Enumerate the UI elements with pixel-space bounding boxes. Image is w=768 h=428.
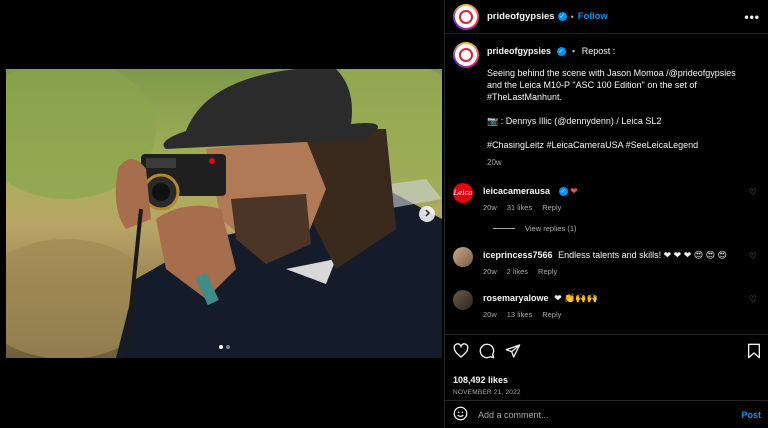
follow-button[interactable]: Follow <box>578 11 608 22</box>
caption-avatar[interactable] <box>453 42 479 68</box>
view-replies-button[interactable]: View replies (1) <box>493 224 761 233</box>
comment-age: 20w <box>483 310 497 319</box>
post-header: prideofgypsies ✓ • Follow ••• <box>445 0 768 34</box>
post-date: NOVEMBER 21, 2022 <box>453 389 521 396</box>
like-comment-icon[interactable]: ♡ <box>749 187 757 198</box>
user-avatar[interactable] <box>453 290 473 310</box>
user-avatar[interactable] <box>453 247 473 267</box>
chevron-right-icon <box>423 209 431 219</box>
separator-dot: • <box>570 11 574 22</box>
comment-age: 20w <box>483 203 497 212</box>
comment-likes[interactable]: 13 likes <box>507 310 532 319</box>
post-photo[interactable] <box>6 69 442 358</box>
caption: prideofgypsies ✓ • Repost : Seeing behin… <box>453 42 761 169</box>
view-replies-label: View replies (1) <box>525 224 577 233</box>
verified-badge-icon: ✓ <box>556 47 566 57</box>
like-count[interactable]: 108,492 likes <box>453 375 761 385</box>
leica-avatar[interactable]: Leica <box>453 183 473 203</box>
post-comment-button[interactable]: Post <box>741 410 761 420</box>
comment-likes[interactable]: 2 likes <box>507 267 528 276</box>
caption-hashtags[interactable]: #ChasingLeitz #LeicaCameraUSA #SeeLeicaL… <box>487 139 736 151</box>
photo-credit: 📷 : Dennys Illic (@dennydenn) / Leica SL… <box>487 116 662 126</box>
caption-line: and the Leica M10-P "ASC 100 Edition" on… <box>487 80 697 90</box>
verified-badge-icon: ✓ <box>558 187 568 197</box>
carousel-next-button[interactable] <box>419 206 435 222</box>
comment-username[interactable]: leicacamerausa <box>483 186 550 196</box>
photo-illustration <box>6 69 442 358</box>
comment-age: 20w <box>483 267 497 276</box>
emoji-icon[interactable] <box>453 406 468 423</box>
comment-item: rosemaryalowe ❤ 👏🙌🙌 20w 13 likes Reply ♡ <box>453 290 761 319</box>
caption-age: 20w <box>487 158 502 167</box>
more-options-icon[interactable]: ••• <box>744 10 760 24</box>
comment-input[interactable] <box>478 409 742 420</box>
comment-likes[interactable]: 31 likes <box>507 203 532 212</box>
comment-icon[interactable] <box>479 343 495 361</box>
caption-line: Seeing behind the scene with Jason Momoa… <box>487 68 736 78</box>
heart-icon[interactable] <box>453 343 469 361</box>
separator-dot: • <box>572 46 576 56</box>
comment-text: ❤ <box>570 186 578 196</box>
comment-item: iceprincess7566 Endless talents and skil… <box>453 247 761 276</box>
media-pane <box>0 0 444 428</box>
like-comment-icon[interactable]: ♡ <box>749 251 757 262</box>
comment-item: Leica leicacamerausa ✓ ❤ 20w 31 likes Re… <box>453 183 761 212</box>
comment-composer: Post <box>445 400 768 428</box>
author-username[interactable]: prideofgypsies <box>487 11 555 22</box>
comment-username[interactable]: iceprincess7566 <box>483 250 553 260</box>
author-avatar[interactable] <box>453 3 479 30</box>
reply-button[interactable]: Reply <box>538 267 557 276</box>
caption-line: #TheLastManhunt. <box>487 92 563 102</box>
comment-username[interactable]: rosemaryalowe <box>483 293 549 303</box>
comment-text: ❤ 👏🙌🙌 <box>554 293 598 303</box>
verified-badge-icon: ✓ <box>557 12 567 21</box>
comment-text: Endless talents and skills! ❤ ❤ ❤ 😍 😍 😍 <box>558 250 727 260</box>
caption-username[interactable]: prideofgypsies <box>487 46 551 56</box>
carousel-indicator <box>219 345 230 349</box>
post-detail-panel: prideofgypsies ✓ • Follow ••• prideofgyp… <box>444 0 768 428</box>
carousel-dot <box>226 345 230 349</box>
like-comment-icon[interactable]: ♡ <box>749 294 757 305</box>
carousel-dot-active <box>219 345 223 349</box>
repost-label: Repost : <box>581 46 616 56</box>
bookmark-icon[interactable] <box>747 343 761 361</box>
post-actions: 108,492 likes NOVEMBER 21, 2022 <box>445 334 768 396</box>
reply-button[interactable]: Reply <box>542 310 561 319</box>
share-icon[interactable] <box>505 343 521 361</box>
comments-section[interactable]: prideofgypsies ✓ • Repost : Seeing behin… <box>445 34 768 334</box>
reply-button[interactable]: Reply <box>542 203 561 212</box>
